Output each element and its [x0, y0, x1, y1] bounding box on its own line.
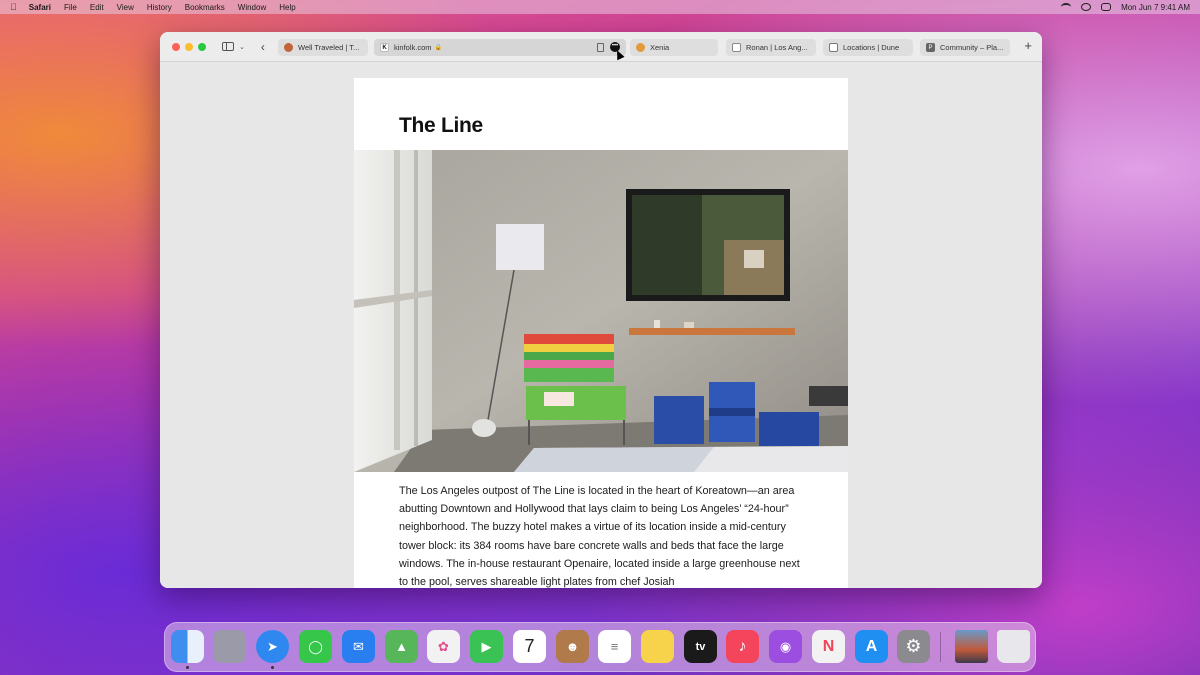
dock-separator	[940, 632, 941, 662]
kinfolk-favicon-icon: K	[380, 43, 389, 52]
menu-history[interactable]: History	[147, 3, 172, 12]
tab-well-traveled[interactable]: Well Traveled | T...	[278, 39, 368, 56]
tab-label: Well Traveled | T...	[298, 43, 360, 52]
menu-bar:  Safari File Edit View History Bookmark…	[0, 0, 1200, 14]
menu-clock[interactable]: Mon Jun 7 9:41 AM	[1121, 3, 1190, 12]
launchpad-icon[interactable]	[213, 630, 246, 663]
web-content[interactable]: The Line The Los Angeles outpost of The …	[160, 62, 1042, 588]
menu-bookmarks[interactable]: Bookmarks	[185, 3, 225, 12]
calendar-icon[interactable]: 7	[513, 630, 546, 663]
facetime-icon[interactable]: ▶	[470, 630, 503, 663]
control-center-icon[interactable]	[1101, 3, 1112, 11]
tab-favicon-icon	[636, 43, 645, 52]
tab-label: Community – Pla...	[940, 43, 1004, 52]
article: The Line The Los Angeles outpost of The …	[354, 78, 848, 588]
running-indicator	[186, 666, 189, 669]
minimize-window-button[interactable]	[185, 42, 193, 51]
tab-xenia[interactable]: Xenia	[630, 39, 718, 56]
system-preferences-icon[interactable]: ⚙	[897, 630, 930, 663]
tab-locations-dune[interactable]: Locations | Dune	[823, 39, 913, 56]
back-button[interactable]: ‹	[257, 40, 269, 54]
news-icon[interactable]: N	[812, 630, 845, 663]
lock-icon: 🔒	[434, 45, 442, 51]
podcasts-icon[interactable]: ◉	[769, 630, 802, 663]
hotel-room-photo	[354, 150, 848, 472]
menu-app-name[interactable]: Safari	[29, 3, 51, 12]
safari-icon[interactable]: ➤	[256, 630, 289, 663]
photos-icon[interactable]: ✿	[427, 630, 460, 663]
tab-label: Ronan | Los Ang...	[746, 43, 808, 52]
new-tab-button[interactable]: +	[1024, 38, 1032, 53]
trash-icon[interactable]	[997, 630, 1030, 663]
tab-ronan[interactable]: Ronan | Los Ang...	[726, 39, 816, 56]
reader-view-icon[interactable]	[597, 43, 604, 52]
spotlight-search-icon[interactable]	[1081, 3, 1092, 11]
menu-help[interactable]: Help	[279, 3, 295, 12]
tab-label: Locations | Dune	[843, 43, 900, 52]
running-indicator	[271, 666, 274, 669]
tab-bar: ⌄ ‹ Well Traveled | T... K kinfolk.com 🔒…	[160, 32, 1042, 62]
tab-kinfolk-active[interactable]: K kinfolk.com 🔒 •••	[374, 39, 626, 56]
music-icon[interactable]: ♪	[726, 630, 759, 663]
finder-icon[interactable]	[171, 630, 204, 663]
menu-view[interactable]: View	[117, 3, 134, 12]
messages-icon[interactable]: ◯	[299, 630, 332, 663]
photo-stack-icon[interactable]	[955, 630, 988, 663]
tab-label: Xenia	[650, 43, 670, 52]
tab-community[interactable]: P Community – Pla...	[920, 39, 1010, 56]
menu-window[interactable]: Window	[238, 3, 266, 12]
menu-file[interactable]: File	[64, 3, 77, 12]
article-hero-image	[354, 150, 848, 472]
apple-menu-icon[interactable]: 	[10, 2, 17, 12]
window-controls	[172, 42, 206, 51]
close-window-button[interactable]	[172, 42, 180, 51]
app-store-icon[interactable]: A	[855, 630, 888, 663]
reminders-icon[interactable]: ≡	[598, 630, 631, 663]
sidebar-toggle-icon[interactable]	[222, 42, 234, 51]
tab-favicon-icon	[829, 43, 838, 52]
wifi-icon[interactable]	[1061, 3, 1072, 11]
article-title: The Line	[399, 114, 483, 137]
notes-icon[interactable]	[641, 630, 674, 663]
maps-icon[interactable]: ▲	[385, 630, 418, 663]
tab-favicon-icon: P	[926, 43, 935, 52]
zoom-window-button[interactable]	[198, 42, 206, 51]
contacts-icon[interactable]: ☻	[556, 630, 589, 663]
tab-favicon-icon	[284, 43, 293, 52]
apple-tv-icon[interactable]: tv	[684, 630, 717, 663]
tab-favicon-icon	[732, 43, 741, 52]
safari-window: ⌄ ‹ Well Traveled | T... K kinfolk.com 🔒…	[160, 32, 1042, 588]
menu-edit[interactable]: Edit	[90, 3, 104, 12]
address-field[interactable]: kinfolk.com	[394, 43, 432, 52]
mail-icon[interactable]: ✉	[342, 630, 375, 663]
chevron-down-icon[interactable]: ⌄	[239, 43, 245, 51]
dock: ➤ ◯ ✉ ▲ ✿ ▶ 7 ☻ ≡ tv ♪ ◉ N A ⚙	[164, 622, 1036, 672]
article-body: The Los Angeles outpost of The Line is l…	[399, 485, 800, 588]
